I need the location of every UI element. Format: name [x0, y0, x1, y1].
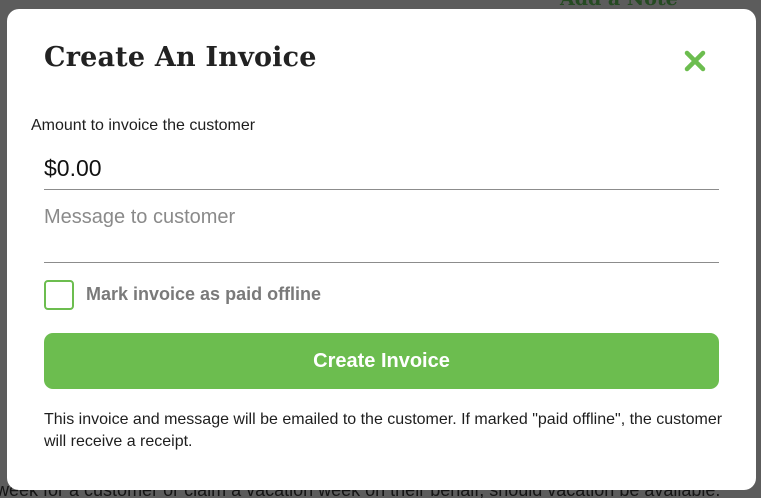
paid-offline-checkbox[interactable]	[44, 280, 74, 310]
paid-offline-label: Mark invoice as paid offline	[86, 284, 322, 304]
create-invoice-modal: Create An Invoice Amount to invoice the …	[7, 9, 756, 490]
modal-title: Create An Invoice	[44, 42, 317, 73]
amount-value: $0.00	[44, 155, 102, 181]
create-invoice-button[interactable]: Create Invoice	[44, 333, 719, 389]
amount-label: Amount to invoice the customer	[31, 117, 256, 134]
message-input[interactable]: Message to customer	[44, 206, 719, 263]
footnote-text: This invoice and message will be emailed…	[44, 411, 723, 450]
close-button[interactable]	[680, 46, 710, 76]
close-x-icon	[684, 50, 706, 72]
paid-offline-toggle[interactable]: Mark invoice as paid offline	[44, 280, 444, 310]
message-placeholder: Message to customer	[44, 206, 236, 228]
amount-input[interactable]: $0.00	[44, 155, 719, 190]
